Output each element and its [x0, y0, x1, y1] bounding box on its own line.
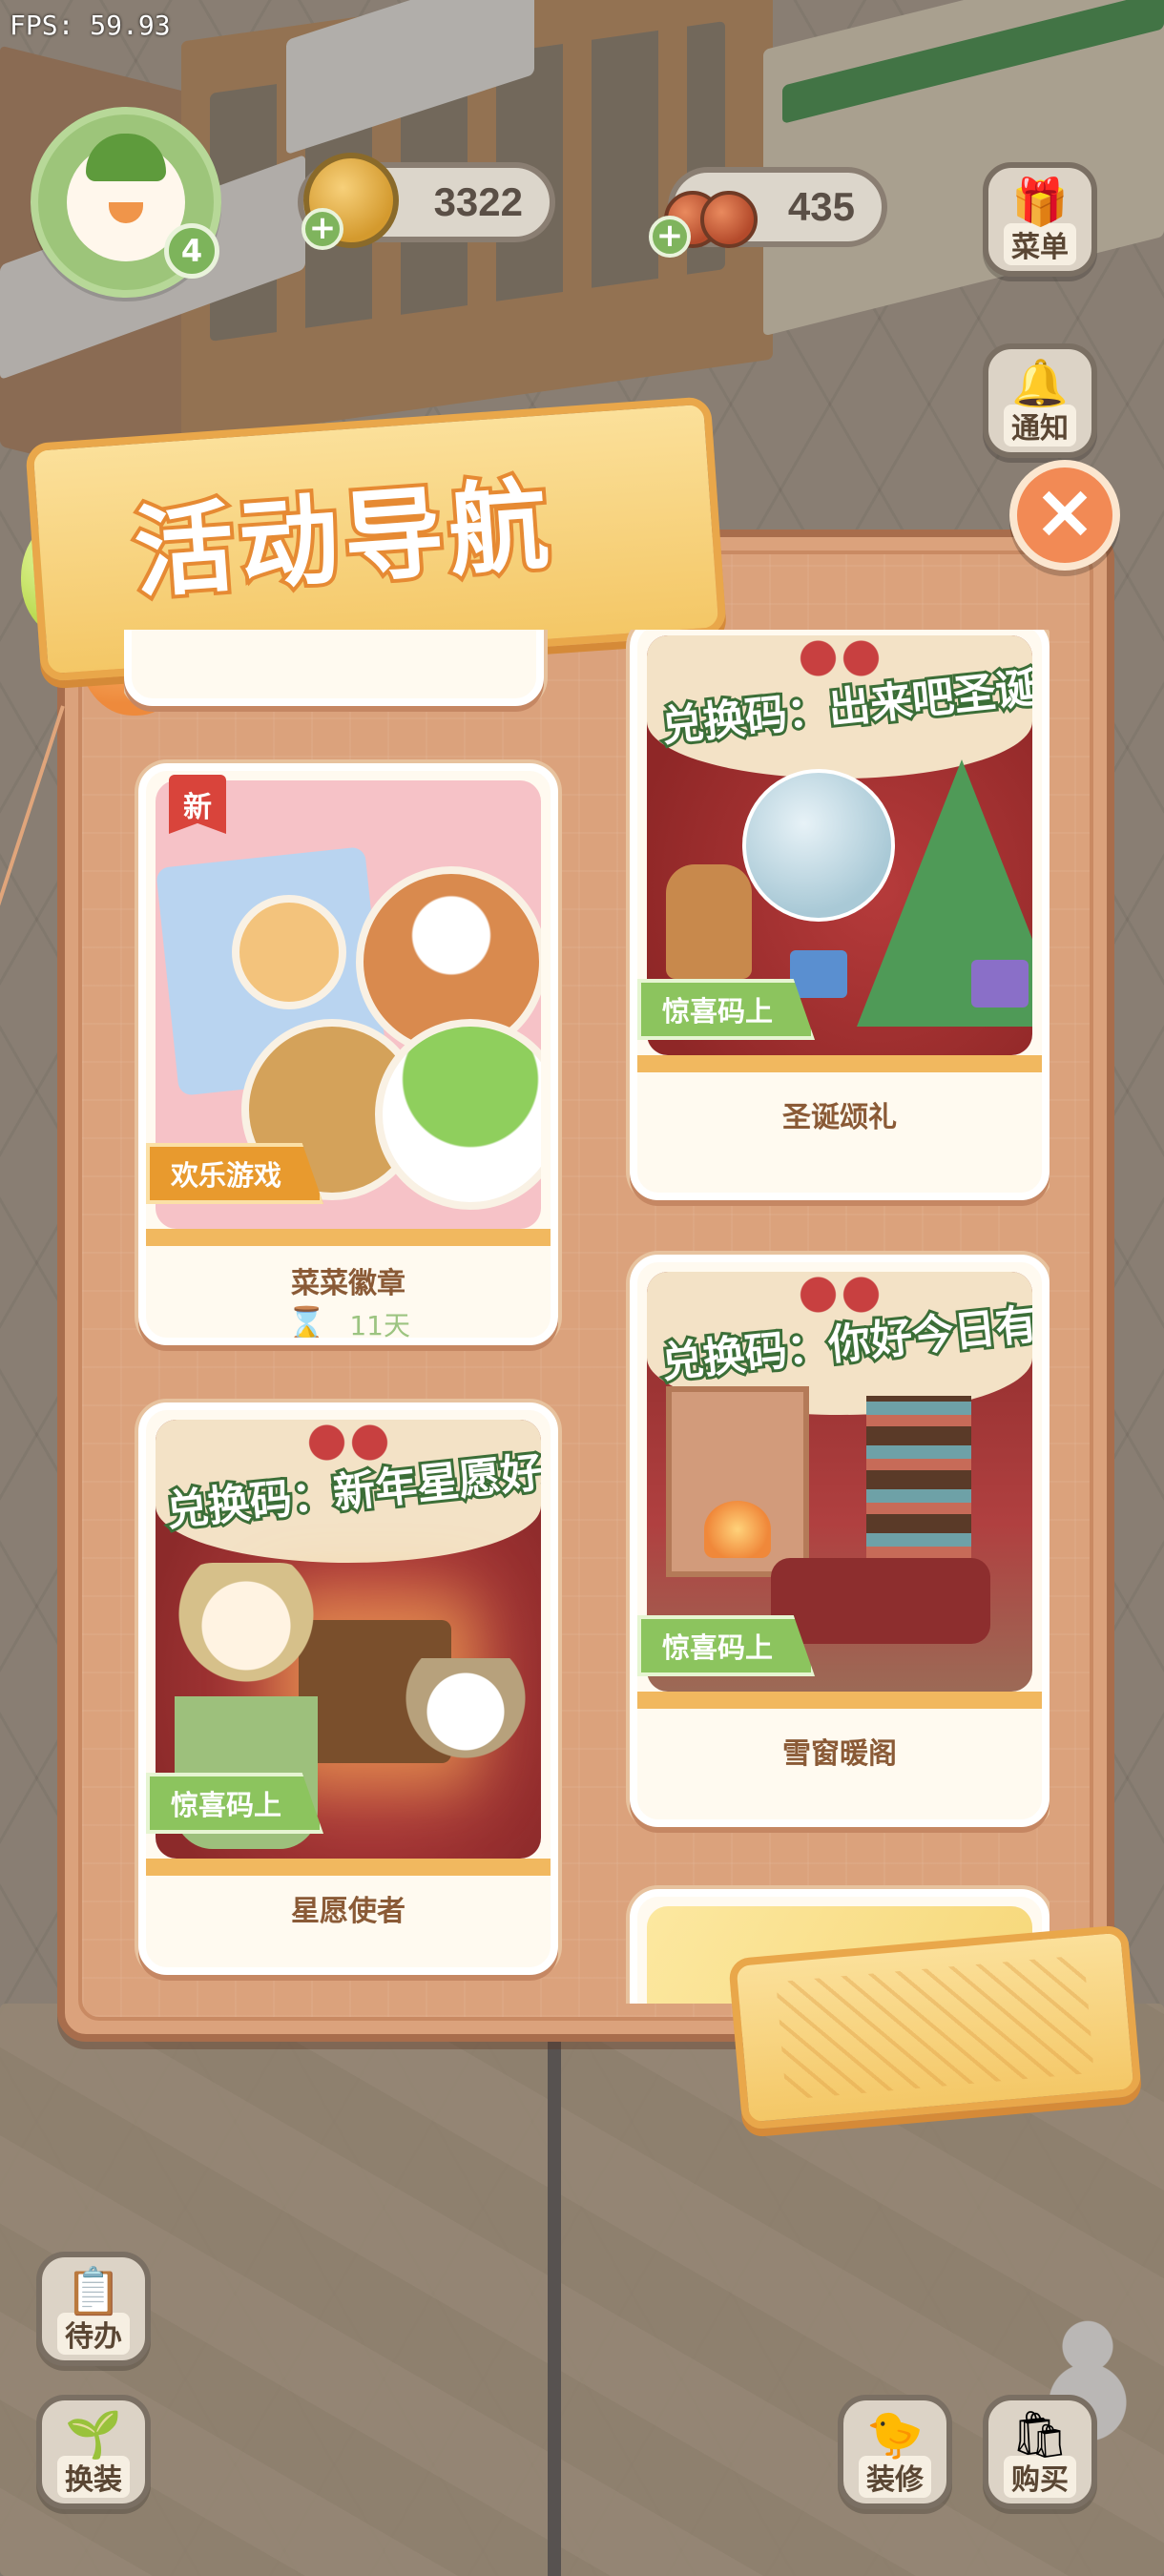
- activity-name: 雪窗暖阁: [782, 1737, 897, 1771]
- buy-button[interactable]: 🛍 购买: [983, 2395, 1097, 2509]
- gift-box-illustration: [790, 950, 847, 998]
- bell-icon: 🔔: [1011, 357, 1069, 410]
- activity-name: 星愿使者: [291, 1895, 405, 1928]
- fps-counter: FPS: 59.93: [10, 10, 171, 41]
- dress-up-label: 换装: [57, 2456, 130, 2498]
- add-cherries-button[interactable]: +: [649, 216, 691, 258]
- todo-label: 待办: [57, 2313, 130, 2355]
- timer-text: 11天: [349, 1310, 410, 1341]
- activity-name: 菜菜徽章: [291, 1267, 405, 1300]
- activity-card-star-envoy[interactable]: 兑换码：新年星愿好心情 惊喜码上 星愿使者: [138, 1402, 558, 1975]
- gift-menu-icon: 🎁: [1011, 176, 1069, 229]
- reindeer-illustration: [666, 864, 752, 979]
- activity-tag: 惊喜码上: [637, 979, 816, 1040]
- player-level-badge: 4: [164, 223, 219, 279]
- hourglass-icon: ⌛: [286, 1305, 327, 1343]
- todo-button[interactable]: 📋 待办: [36, 2252, 151, 2366]
- badge-illustration: [375, 1019, 541, 1210]
- activity-tag: 欢乐游戏: [146, 1143, 324, 1204]
- card-divider: [637, 1692, 1042, 1709]
- close-icon: ✕: [1034, 475, 1094, 554]
- card-divider: [146, 1859, 551, 1876]
- activity-list[interactable]: 新 欢乐游戏 菜菜徽章 ⌛ 11天 兑换码：出来吧圣诞树 惊喜码上 圣诞颂礼 兑换…: [124, 630, 1050, 2004]
- notice-label: 通知: [1004, 405, 1076, 447]
- gift-box-illustration: [971, 960, 1029, 1008]
- dress-up-button[interactable]: 🌱 换装: [36, 2395, 151, 2509]
- menu-label: 菜单: [1004, 223, 1076, 265]
- activity-card-snow-window[interactable]: 兑换码：你好今日有雪 惊喜码上 雪窗暖阁: [630, 1255, 1050, 1827]
- add-coins-button[interactable]: +: [301, 208, 343, 250]
- close-button[interactable]: ✕: [1009, 460, 1120, 571]
- activity-card-partial[interactable]: [124, 630, 544, 706]
- card-divider: [146, 1229, 551, 1246]
- gift-ribbon-decoration: [727, 1924, 1143, 2130]
- builder-duck-icon: 🐤: [866, 2408, 924, 2462]
- menu-button[interactable]: 🎁 菜单: [983, 162, 1097, 277]
- sprout-character-icon: 🌱: [65, 2408, 122, 2462]
- coin-amount: 3322: [433, 179, 523, 224]
- player-avatar[interactable]: 4: [31, 107, 221, 298]
- decorate-label: 装修: [859, 2456, 931, 2498]
- card-divider: [637, 1055, 1042, 1072]
- cherry-amount: 435: [787, 184, 855, 229]
- shopping-bag-icon: 🛍: [1010, 2408, 1070, 2462]
- activity-name: 圣诞颂礼: [782, 1101, 897, 1134]
- activity-tag: 惊喜码上: [146, 1773, 324, 1834]
- activity-timer: ⌛ 11天: [146, 1305, 551, 1343]
- bookshelf-illustration: [866, 1396, 971, 1577]
- sofa-illustration: [771, 1558, 990, 1644]
- bird-character-illustration: [404, 1658, 528, 1792]
- buy-label: 购买: [1004, 2456, 1076, 2498]
- decorate-button[interactable]: 🐤 装修: [838, 2395, 952, 2509]
- activity-card-christmas[interactable]: 兑换码：出来吧圣诞树 惊喜码上 圣诞颂礼: [630, 630, 1050, 1200]
- notice-button[interactable]: 🔔 通知: [983, 343, 1097, 458]
- activity-card-badge[interactable]: 新 欢乐游戏 菜菜徽章 ⌛ 11天: [138, 763, 558, 1345]
- checklist-icon: 📋: [65, 2265, 122, 2318]
- activity-tag: 惊喜码上: [637, 1615, 816, 1676]
- panel-title: 活动导航: [127, 463, 561, 615]
- fire-illustration: [704, 1501, 771, 1558]
- badge-illustration: [232, 895, 346, 1009]
